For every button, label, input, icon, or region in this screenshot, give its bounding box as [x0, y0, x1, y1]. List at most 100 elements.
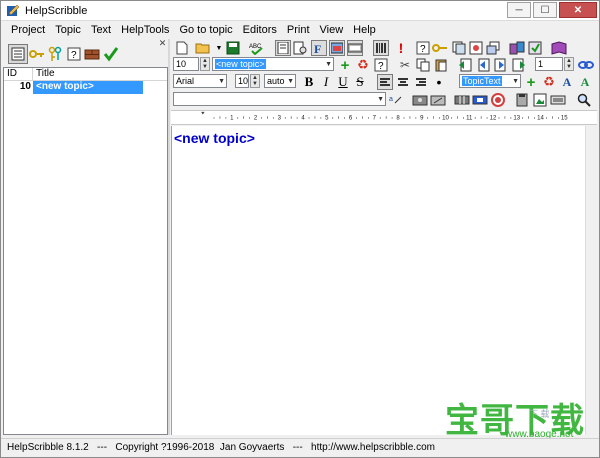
help-context-button[interactable]: ? — [64, 44, 84, 64]
minimize-button[interactable]: ─ — [507, 2, 531, 18]
menu-text[interactable]: Text — [86, 22, 116, 39]
windows-button[interactable] — [485, 40, 501, 56]
strikethrough-button[interactable]: S — [352, 74, 368, 90]
topic-properties-button[interactable] — [292, 40, 308, 56]
insert-picture-button[interactable] — [532, 92, 548, 108]
keyword-edit-button[interactable] — [432, 40, 448, 56]
menu-project[interactable]: Project — [6, 22, 50, 39]
topic-info-icon: ? — [374, 58, 388, 72]
ruler[interactable]: 1 2 3 4 5 6 7 8 9 10 11 12 13 14 15 — [171, 110, 597, 125]
keywords-list-button[interactable] — [45, 44, 65, 64]
font-name-combo[interactable]: Arial ▼ — [173, 74, 227, 88]
menu-helptools[interactable]: HelpTools — [116, 22, 174, 39]
new-topic-button[interactable] — [174, 40, 190, 56]
view-help-button[interactable] — [551, 40, 567, 56]
spell-check-button[interactable]: ABC — [249, 40, 265, 56]
align-right-button[interactable] — [413, 74, 429, 90]
insert-target-button[interactable] — [490, 92, 506, 108]
paste-button[interactable] — [433, 57, 449, 73]
close-button[interactable]: ✕ — [559, 2, 597, 18]
recycle-icon: ♻ — [357, 57, 369, 72]
keys-icon — [48, 46, 62, 61]
pane-splitter[interactable] — [168, 39, 170, 435]
add-topic-button[interactable]: + — [337, 56, 353, 74]
font-size-field[interactable]: 10 — [235, 74, 249, 88]
menu-go-to-topic[interactable]: Go to topic — [174, 22, 237, 39]
topic-editor[interactable]: <new topic> — [171, 126, 585, 435]
font-color-button[interactable]: A — [559, 74, 575, 90]
underline-button[interactable]: U — [335, 74, 351, 90]
insert-button-control[interactable] — [550, 92, 566, 108]
ruler-indent-marker[interactable] — [201, 111, 205, 115]
paragraph-style-combo[interactable]: TopicText ▼ — [459, 74, 521, 88]
table-row[interactable]: 10 <new topic> — [4, 81, 167, 94]
column-header-id[interactable]: ID — [4, 68, 33, 80]
line-spacing-combo[interactable]: auto ▼ — [264, 74, 296, 88]
bullet-button[interactable]: • — [431, 74, 447, 90]
svg-text:?: ? — [420, 44, 426, 55]
link-target-combo[interactable]: ▼ — [173, 92, 386, 106]
column-header-title[interactable]: Title — [33, 68, 167, 80]
warning-button[interactable]: ! — [393, 40, 409, 56]
insert-page-button[interactable] — [514, 92, 530, 108]
align-left-button[interactable] — [377, 74, 393, 90]
cut-button[interactable]: ✂ — [397, 57, 413, 73]
insert-table-button[interactable] — [454, 92, 470, 108]
next-topic-button[interactable] — [493, 57, 509, 73]
code-view-button[interactable] — [373, 40, 389, 56]
font-button[interactable]: F — [311, 40, 327, 56]
add-style-button[interactable]: + — [523, 74, 539, 91]
topic-id-spinner[interactable]: ▲ ▼ — [200, 57, 210, 71]
plus-icon: + — [340, 56, 350, 74]
exclamation-icon: ! — [398, 40, 404, 56]
insert-image-button[interactable] — [412, 92, 428, 108]
menu-help[interactable]: Help — [348, 22, 381, 39]
pane-close-icon[interactable]: ✕ — [158, 39, 167, 48]
topic-pages-button[interactable] — [451, 40, 467, 56]
align-center-button[interactable] — [395, 74, 411, 90]
ruler-number: 8 — [396, 116, 400, 122]
insert-macro-button[interactable] — [472, 92, 488, 108]
topic-title-combo[interactable]: <new topic> ▼ — [212, 57, 334, 71]
font-size-spinner[interactable]: ▲ ▼ — [250, 74, 260, 88]
italic-button[interactable]: I — [318, 74, 334, 90]
insert-link-button[interactable]: a — [388, 92, 404, 108]
browse-sequence-button[interactable] — [82, 44, 102, 64]
first-topic-button[interactable] — [457, 57, 473, 73]
highlight-color-icon: A — [580, 74, 590, 89]
previous-topic-button[interactable] — [475, 57, 491, 73]
page-number-spinner[interactable]: ▲ ▼ — [564, 57, 574, 71]
insert-hotspot-button[interactable] — [430, 92, 446, 108]
save-button[interactable] — [225, 40, 241, 56]
menu-view[interactable]: View — [315, 22, 349, 39]
recycle-style-button[interactable]: ♻ — [541, 74, 557, 90]
topic-id-field[interactable]: 10 — [173, 57, 199, 71]
window-layout-button[interactable] — [329, 40, 345, 56]
compile-button[interactable] — [527, 40, 543, 56]
highlight-color-button[interactable]: A — [577, 74, 593, 90]
last-topic-button[interactable] — [511, 57, 527, 73]
keyword-button[interactable] — [27, 44, 47, 64]
menu-editors[interactable]: Editors — [238, 22, 282, 39]
dialog-button[interactable] — [347, 40, 363, 56]
recycle-topic-button[interactable]: ♻ — [355, 57, 371, 73]
help-button[interactable]: ? — [415, 40, 431, 56]
insert-toolbar: ▼ a — [171, 91, 597, 109]
bold-button[interactable]: B — [301, 74, 317, 90]
open-project-button[interactable] — [195, 40, 211, 56]
library-button[interactable] — [509, 40, 525, 56]
menu-topic[interactable]: Topic — [50, 22, 86, 39]
page-number-field[interactable]: 1 — [535, 57, 563, 71]
topic-info-button[interactable]: ? — [373, 57, 389, 73]
brick-icon — [84, 49, 100, 60]
copy-button[interactable] — [415, 57, 431, 73]
maximize-button[interactable]: ☐ — [533, 2, 557, 18]
link-button[interactable] — [578, 57, 594, 73]
editor-vertical-scrollbar[interactable] — [585, 126, 598, 435]
topic-view-button[interactable] — [275, 40, 291, 56]
topic-list-view-button[interactable] — [8, 44, 28, 64]
check-topics-button[interactable] — [101, 44, 121, 64]
image-button[interactable] — [468, 40, 484, 56]
menu-print[interactable]: Print — [282, 22, 315, 39]
find-button[interactable] — [576, 92, 592, 108]
